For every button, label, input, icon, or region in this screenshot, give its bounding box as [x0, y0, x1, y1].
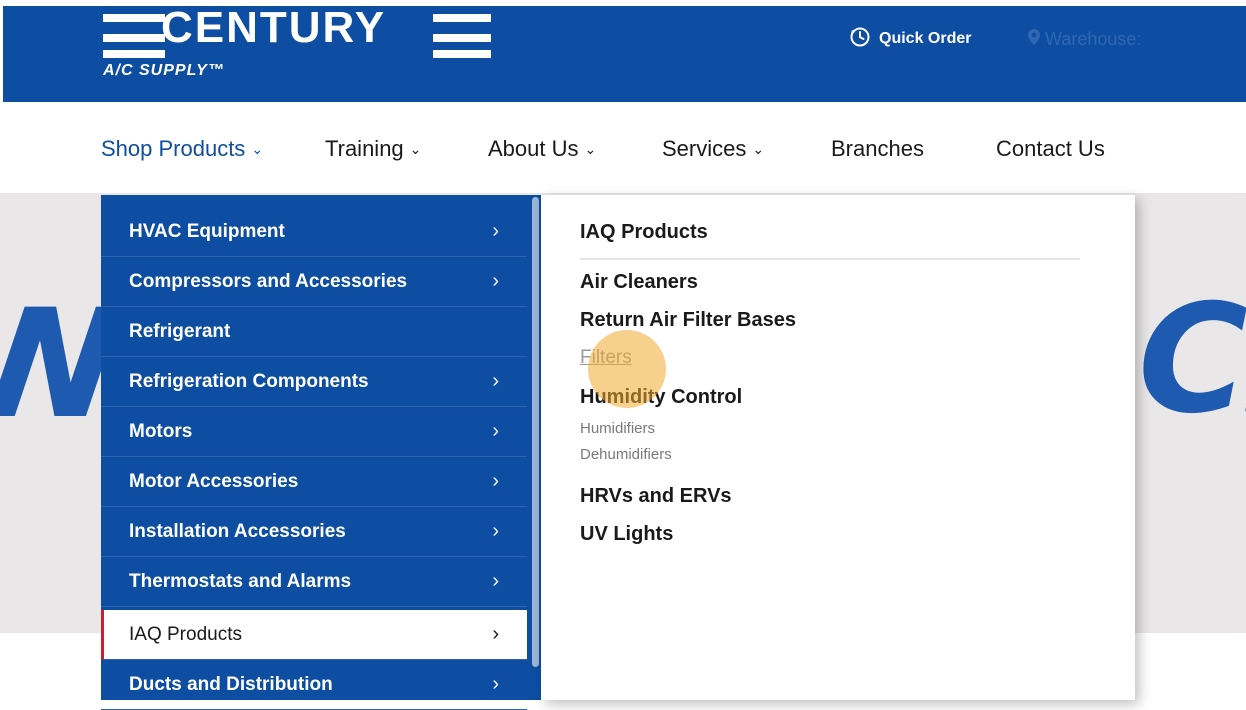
menu-item-installation-accessories[interactable]: Installation Accessories › — [101, 507, 527, 557]
cursor-highlight — [588, 330, 666, 408]
menu-item-label: Motors — [129, 420, 193, 442]
submenu-link-dehumidifiers[interactable]: Dehumidifiers — [580, 446, 672, 463]
submenu-link-humidifiers[interactable]: Humidifiers — [580, 420, 655, 437]
menu-item-label: Compressors and Accessories — [129, 270, 408, 292]
menu-item-label: Motor Accessories — [129, 470, 299, 492]
menu-item-thermostats[interactable]: Thermostats and Alarms › — [101, 557, 527, 607]
logo-stripe — [103, 50, 165, 58]
quick-order-link[interactable]: Quick Order — [849, 26, 971, 52]
scrollbar-thumb[interactable] — [532, 197, 539, 667]
logo-subtitle: A/C SUPPLY™ — [103, 62, 225, 79]
nav-label: Contact Us — [996, 136, 1105, 161]
menu-item-label: HVAC Equipment — [129, 220, 285, 242]
chevron-down-icon: ⌄ — [251, 140, 264, 157]
category-menu: HVAC Equipment › Compressors and Accesso… — [101, 195, 541, 710]
chevron-right-icon: › — [492, 420, 499, 442]
nav-label: About Us — [488, 136, 579, 161]
submenu-panel: IAQ Products Air Cleaners Return Air Fil… — [541, 195, 1135, 700]
menu-item-label: Installation Accessories — [129, 520, 346, 542]
submenu-title[interactable]: IAQ Products — [580, 221, 708, 244]
logo-wordmark: CENTURY — [161, 3, 387, 52]
chevron-right-icon: › — [492, 520, 499, 542]
logo-stripe — [103, 34, 165, 42]
menu-item-label: Refrigeration Components — [129, 370, 369, 392]
history-clock-icon — [849, 26, 871, 53]
hero-graphic-text-right: CL — [1138, 273, 1246, 447]
logo-stripe — [103, 14, 165, 22]
nav-about-us[interactable]: About Us ⌄ — [488, 134, 596, 164]
menu-item-iaq-products[interactable]: IAQ Products › — [101, 610, 527, 660]
logo-stripe — [433, 50, 491, 58]
chevron-right-icon: › — [492, 270, 499, 292]
map-pin-icon — [1027, 28, 1041, 51]
quick-order-label: Quick Order — [879, 30, 972, 47]
nav-shop-products[interactable]: Shop Products ⌄ — [101, 134, 263, 164]
menu-scrollbar[interactable] — [530, 195, 541, 700]
menu-item-ducts[interactable]: Ducts and Distribution › — [101, 660, 527, 710]
chevron-right-icon: › — [492, 623, 499, 645]
header-bar: CENTURY A/C SUPPLY™ Quick Order Warehous… — [3, 3, 1246, 102]
chevron-down-icon: ⌄ — [409, 140, 422, 157]
submenu-link-air-cleaners[interactable]: Air Cleaners — [580, 271, 698, 294]
submenu-link-return-air-filter-bases[interactable]: Return Air Filter Bases — [580, 309, 796, 332]
menu-item-refrigeration-components[interactable]: Refrigeration Components › — [101, 357, 527, 407]
nav-label: Training — [325, 136, 404, 161]
warehouse-selector[interactable]: Warehouse: — [1027, 26, 1141, 52]
chevron-right-icon: › — [492, 673, 499, 695]
chevron-right-icon: › — [492, 470, 499, 492]
nav-label: Branches — [831, 136, 924, 161]
menu-item-motors[interactable]: Motors › — [101, 407, 527, 457]
logo-stripe — [433, 34, 491, 42]
nav-training[interactable]: Training ⌄ — [325, 134, 421, 164]
chevron-right-icon: › — [492, 370, 499, 392]
menu-item-label: IAQ Products — [129, 623, 242, 645]
nav-label: Services — [662, 136, 747, 161]
menu-item-label: Refrigerant — [129, 320, 231, 342]
menu-item-label: Ducts and Distribution — [129, 673, 333, 695]
menu-item-label: Thermostats and Alarms — [129, 570, 352, 592]
submenu-link-hrvs-ervs[interactable]: HRVs and ERVs — [580, 485, 732, 508]
menu-item-compressors[interactable]: Compressors and Accessories › — [101, 257, 527, 307]
submenu-link-uv-lights[interactable]: UV Lights — [580, 523, 673, 546]
chevron-right-icon: › — [492, 570, 499, 592]
warehouse-label: Warehouse: — [1045, 28, 1142, 49]
nav-label: Shop Products — [101, 136, 246, 161]
menu-item-refrigerant[interactable]: Refrigerant — [101, 307, 527, 357]
nav-contact-us[interactable]: Contact Us — [996, 134, 1105, 164]
nav-branches[interactable]: Branches — [831, 134, 924, 164]
chevron-right-icon: › — [492, 220, 499, 242]
nav-services[interactable]: Services ⌄ — [662, 134, 764, 164]
submenu-divider — [580, 258, 1080, 260]
century-logo[interactable]: CENTURY A/C SUPPLY™ — [101, 3, 496, 98]
menu-item-hvac-equipment[interactable]: HVAC Equipment › — [101, 207, 527, 257]
menu-item-motor-accessories[interactable]: Motor Accessories › — [101, 457, 527, 507]
logo-stripe — [433, 14, 491, 22]
chevron-down-icon: ⌄ — [752, 140, 765, 157]
chevron-down-icon: ⌄ — [584, 140, 597, 157]
